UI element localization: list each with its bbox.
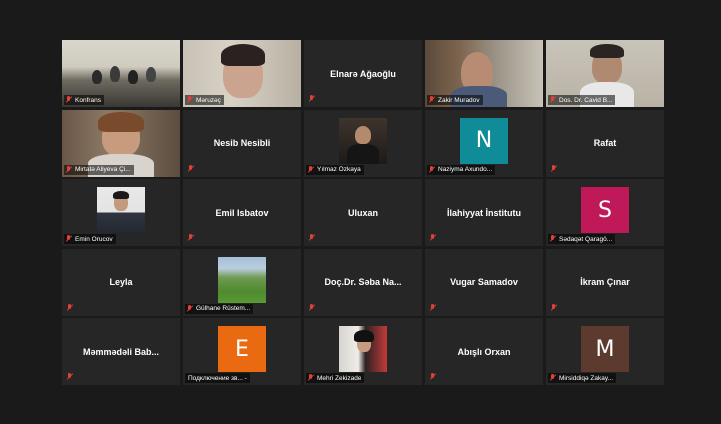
participant-tile-rafat[interactable]: Rafat	[546, 109, 664, 177]
participant-tile-uluxan[interactable]: Uluxan	[304, 179, 422, 246]
participant-gallery: Konfrans Məruzəç Elnarə Ağaoğlu Zakir Mu…	[62, 40, 664, 385]
participant-name-label: Sədaqət Qaragö...	[548, 234, 616, 244]
participant-tile-cavid[interactable]: Dos. Dr. Cavid B...	[546, 40, 664, 107]
mic-muted-icon	[429, 303, 437, 312]
mic-muted-icon	[428, 96, 436, 104]
mic-muted-icon	[65, 235, 73, 243]
participant-tile-zakir[interactable]: Zakir Muradov	[425, 40, 543, 107]
participant-tile-elnare[interactable]: Elnarə Ağaoğlu	[304, 40, 422, 107]
participant-name: Leyla	[109, 277, 133, 287]
participant-tile-orxan[interactable]: Abışlı Orxan	[425, 318, 543, 385]
mic-muted-icon	[549, 235, 557, 243]
participant-tile-sedaqet[interactable]: S Sədaqət Qaragö...	[546, 179, 664, 246]
participant-name: Abışlı Orxan	[457, 346, 511, 357]
avatar-letter: N	[460, 117, 508, 164]
profile-photo	[97, 187, 145, 233]
participant-name-label: Konfrans	[64, 95, 105, 105]
participant-name: Elnarə Ağaoğlu	[330, 68, 396, 79]
participant-tile-gulhane[interactable]: Gülhane Rüstem...	[183, 248, 301, 316]
participant-tile-connecting[interactable]: E Подключение зв... -	[183, 318, 301, 385]
participant-name-label: Mirtatə Aliyeva Çi...	[64, 164, 134, 175]
mic-muted-icon	[187, 164, 195, 173]
participant-name: Emil Isbatov	[215, 207, 269, 218]
mic-muted-icon	[308, 234, 316, 242]
mic-muted-icon	[550, 164, 558, 173]
profile-photo	[218, 256, 266, 303]
participant-tile-emil[interactable]: Emil Isbatov	[183, 179, 301, 246]
mic-muted-icon	[65, 165, 73, 174]
mic-muted-icon	[307, 165, 315, 174]
mic-muted-icon	[308, 303, 316, 312]
mic-muted-icon	[66, 303, 74, 312]
participant-name: Doç.Dr. Səba Na...	[324, 277, 402, 287]
participant-name: Rafat	[593, 138, 617, 148]
participant-tile-konfrans[interactable]: Konfrans	[62, 40, 180, 107]
participant-name-label: Məruzəç	[185, 95, 224, 105]
mic-muted-icon	[187, 234, 195, 242]
participant-tile-memmedeli[interactable]: Məmmədəli Bab...	[62, 318, 180, 385]
avatar-letter: E	[218, 326, 266, 372]
profile-photo	[339, 326, 387, 372]
mic-muted-icon	[550, 303, 558, 312]
participant-tile-leyla[interactable]: Leyla	[62, 248, 180, 316]
avatar-letter: S	[581, 187, 629, 233]
mic-muted-icon	[66, 373, 74, 381]
participant-name-label: Emin Orucov	[64, 234, 116, 244]
participant-name: Məmmədəli Bab...	[82, 346, 160, 357]
mic-muted-icon	[186, 96, 194, 104]
mic-muted-icon	[428, 165, 436, 174]
participant-tile-emin[interactable]: Emin Orucov	[62, 179, 180, 246]
mic-muted-icon	[307, 374, 315, 382]
participant-tile-yilmaz[interactable]: Yılmaz Özkaya	[304, 109, 422, 177]
participant-name: Nesib Nesibli	[213, 138, 271, 148]
participant-name-label: Mehri Zekizade	[306, 373, 365, 383]
participant-name: İkram Çınar	[580, 277, 630, 287]
participant-tile-seba[interactable]: Doç.Dr. Səba Na...	[304, 248, 422, 316]
participant-tile-vugar[interactable]: Vugar Samadov	[425, 248, 543, 316]
participant-name-label: Zakir Muradov	[427, 95, 483, 105]
participant-tile-mirtate[interactable]: Mirtatə Aliyeva Çi...	[62, 109, 180, 177]
participant-name-label: Mirsiddiqə Zakay...	[548, 373, 617, 383]
mic-muted-icon	[549, 374, 557, 382]
participant-name: İlahiyyat İnstitutu	[446, 207, 521, 218]
participant-tile-mirsiddiqe[interactable]: M Mirsiddiqə Zakay...	[546, 318, 664, 385]
participant-name-label: Dos. Dr. Cavid B...	[548, 95, 616, 105]
participant-tile-meruzec[interactable]: Məruzəç	[183, 40, 301, 107]
profile-photo	[339, 117, 387, 164]
participant-name: Vugar Samadov	[450, 277, 518, 287]
participant-tile-naziyma[interactable]: N Naziyma Axundo...	[425, 109, 543, 177]
mic-muted-icon	[308, 95, 316, 103]
participant-name-label: Подключение зв... -	[185, 373, 250, 383]
participant-tile-nesib[interactable]: Nesib Nesibli	[183, 109, 301, 177]
participant-tile-ikram[interactable]: İkram Çınar	[546, 248, 664, 316]
participant-name: Uluxan	[347, 207, 378, 218]
mic-muted-icon	[65, 96, 73, 104]
participant-name-label: Naziyma Axundo...	[427, 164, 496, 175]
participant-name-label: Yılmaz Özkaya	[306, 164, 364, 175]
participant-tile-mehri[interactable]: Mehri Zekizade	[304, 318, 422, 385]
mic-muted-icon	[429, 234, 437, 242]
mic-muted-icon	[429, 373, 437, 381]
participant-tile-ilahiyyat[interactable]: İlahiyyat İnstitutu	[425, 179, 543, 246]
mic-muted-icon	[549, 96, 557, 104]
mic-muted-icon	[186, 304, 194, 313]
participant-name-label: Gülhane Rüstem...	[185, 303, 254, 314]
avatar-letter: M	[581, 326, 629, 372]
